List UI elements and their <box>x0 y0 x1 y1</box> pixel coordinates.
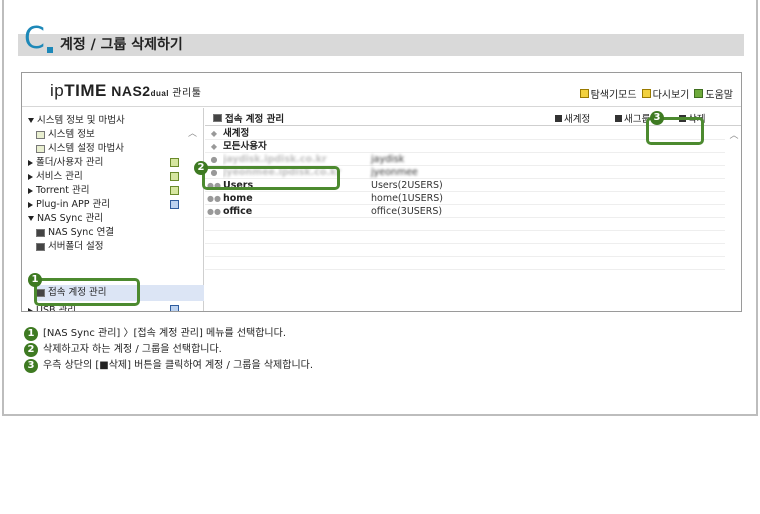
torrent-icon <box>170 186 179 195</box>
collapse-caret-icon <box>28 201 33 208</box>
refresh-link[interactable]: 다시보기 <box>641 86 689 101</box>
group-icon: ◆ <box>210 141 218 151</box>
page-icon <box>213 114 222 122</box>
list-item[interactable]: ●● home home(1USERS) <box>205 192 725 205</box>
help-icon <box>694 89 704 98</box>
list-item[interactable]: ● jaydisk.ipdisk.co.kr jaydisk <box>205 153 725 166</box>
sidebar-item-service[interactable]: 서비스 관리 <box>28 170 83 183</box>
empty-row <box>205 257 725 270</box>
blurred-account-name: jaydisk.ipdisk.co.kr <box>223 153 327 165</box>
page-icon <box>36 242 45 251</box>
step-3: 3 우측 상단의 [■삭제] 버튼을 클릭하여 계정 / 그룹을 삭제합니다. <box>24 358 313 374</box>
expand-caret-icon <box>28 118 34 123</box>
plugin-icon <box>170 200 179 209</box>
highlight-step-2 <box>202 166 340 190</box>
top-links: 탐색기모드 다시보기 도움말 <box>579 86 733 101</box>
empty-row <box>205 244 725 257</box>
highlight-step-1 <box>34 278 140 306</box>
step-instructions: 1 [NAS Sync 관리] 〉[접속 계정 관리] 메뉴를 선택합니다. 2… <box>24 326 313 374</box>
marker-1: 1 <box>28 273 42 287</box>
section-title: 계정 / 그룹 삭제하기 <box>60 37 183 53</box>
collapse-caret-icon <box>28 307 33 311</box>
sidebar-item-folder-user[interactable]: 폴더/사용자 관리 <box>28 156 103 169</box>
panel-title: 접속 계정 관리 <box>213 111 284 125</box>
marker-2: 2 <box>194 161 208 175</box>
blurred-account-value: jyeonmee <box>371 166 418 178</box>
group-icon: ◆ <box>210 128 218 138</box>
app-header: ipTIME NAS2dual 관리툴 탐색기모드 다시보기 도움말 <box>22 73 741 107</box>
empty-row <box>205 218 725 231</box>
expand-caret-icon <box>28 216 34 221</box>
explorer-mode-link[interactable]: 탐색기모드 <box>579 86 637 101</box>
step-number: 3 <box>24 359 38 373</box>
sidebar-item-torrent[interactable]: Torrent 관리 <box>28 184 90 197</box>
help-link[interactable]: 도움말 <box>694 86 733 101</box>
sidebar-item-system-info[interactable]: 시스템 정보 <box>36 128 95 141</box>
page-icon <box>36 228 45 237</box>
marker-3: 3 <box>650 111 664 125</box>
usb-icon <box>170 305 179 311</box>
step-1: 1 [NAS Sync 관리] 〉[접속 계정 관리] 메뉴를 선택합니다. <box>24 326 313 342</box>
section-letter: C <box>24 21 45 56</box>
square-icon <box>555 114 562 122</box>
service-icon <box>170 172 179 181</box>
list-scroll-up-icon[interactable]: ︿ <box>727 128 741 141</box>
group-icon: ●● <box>207 206 221 216</box>
blurred-account-value: jaydisk <box>371 153 405 165</box>
explorer-icon <box>579 89 589 98</box>
list-item[interactable]: ●● office office(3USERS) <box>205 205 725 218</box>
refresh-icon <box>641 89 651 98</box>
square-icon <box>615 114 622 122</box>
step-text: 우측 상단의 [■삭제] 버튼을 클릭하여 계정 / 그룹을 삭제합니다. <box>43 360 314 371</box>
collapse-caret-icon <box>28 173 33 180</box>
new-group-button[interactable]: 새그룹 <box>615 111 650 125</box>
empty-row <box>205 231 725 244</box>
sidebar-item-server-folder[interactable]: 서버폴더 설정 <box>36 240 103 253</box>
sidebar-item-system-info-wizard[interactable]: 시스템 정보 및 마법사 <box>28 114 125 127</box>
account-list: ◆ 새계정 ◆ 모든사용자 ● jaydisk.ipdisk.co.kr jay… <box>205 127 725 270</box>
user-icon: ● <box>210 154 218 164</box>
app-screenshot: ipTIME NAS2dual 관리툴 탐색기모드 다시보기 도움말 시스템 정… <box>21 72 742 312</box>
iptime-logo: ipTIME NAS2dual 관리툴 <box>50 81 202 100</box>
sidebar-item-plugin-app[interactable]: Plug-in APP 관리 <box>28 198 110 211</box>
step-text: [NAS Sync 관리] 〉[접속 계정 관리] 메뉴를 선택합니다. <box>43 328 287 339</box>
sidebar-item-nas-sync[interactable]: NAS Sync 관리 <box>28 212 103 225</box>
section-letter-dot <box>47 47 53 53</box>
page-icon <box>36 144 45 153</box>
collapse-caret-icon <box>28 159 33 166</box>
step-number: 1 <box>24 327 38 341</box>
new-account-button[interactable]: 새계정 <box>555 111 590 125</box>
step-number: 2 <box>24 343 38 357</box>
group-icon: ●● <box>207 193 221 203</box>
sidebar-item-nas-sync-connect[interactable]: NAS Sync 연결 <box>36 226 114 239</box>
scroll-up-icon[interactable]: ︿ <box>188 126 202 139</box>
collapse-caret-icon <box>28 187 33 194</box>
sidebar-item-setup-wizard[interactable]: 시스템 설정 마법사 <box>36 142 124 155</box>
step-2: 2 삭제하고자 하는 계정 / 그룹을 선택합니다. <box>24 342 313 358</box>
folder-user-icon <box>170 158 179 167</box>
page-icon <box>36 130 45 139</box>
step-text: 삭제하고자 하는 계정 / 그룹을 선택합니다. <box>43 344 222 355</box>
